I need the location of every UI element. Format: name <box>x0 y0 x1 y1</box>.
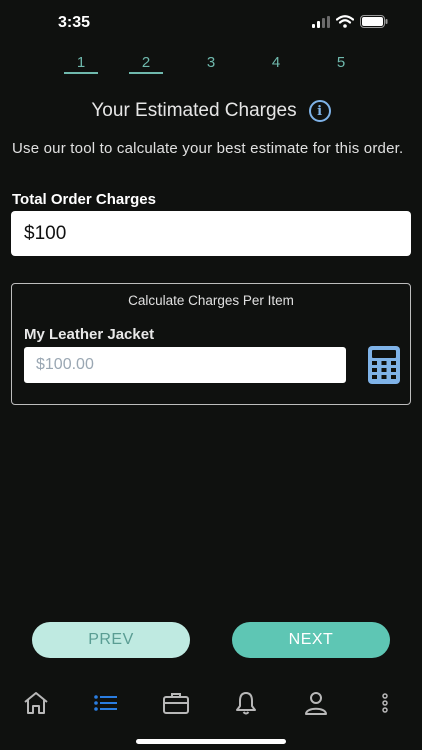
total-order-charges-label: Total Order Charges <box>12 191 156 208</box>
tab-profile[interactable] <box>299 686 333 720</box>
step-4-label: 4 <box>271 54 281 71</box>
wifi-icon <box>336 15 354 28</box>
step-5-label: 5 <box>336 54 346 71</box>
title-row: Your Estimated Charges i <box>0 98 422 124</box>
per-item-card-title: Calculate Charges Per Item <box>128 293 294 308</box>
user-icon <box>305 692 327 715</box>
step-1[interactable]: 1 <box>64 54 98 74</box>
tab-home[interactable] <box>19 686 53 720</box>
step-2-underline <box>129 72 163 74</box>
briefcase-icon <box>163 693 189 714</box>
page-title: Your Estimated Charges <box>91 100 297 121</box>
step-3-label: 3 <box>206 54 216 71</box>
more-vertical-icon <box>382 693 388 713</box>
home-icon <box>24 692 48 714</box>
cellular-signal-icon <box>312 15 330 28</box>
step-2[interactable]: 2 <box>129 54 163 74</box>
list-icon <box>94 695 117 711</box>
step-5[interactable]: 5 <box>324 54 358 71</box>
tab-notifications[interactable] <box>229 686 263 720</box>
step-3[interactable]: 3 <box>194 54 228 71</box>
tab-briefcase[interactable] <box>159 686 193 720</box>
status-time: 3:35 <box>58 14 91 31</box>
stepper: 1 2 3 4 5 <box>0 54 422 78</box>
tab-bar <box>0 686 422 720</box>
per-item-card: Calculate Charges Per Item My Leather Ja… <box>11 283 411 405</box>
total-order-charges-input[interactable] <box>11 211 411 256</box>
battery-icon <box>360 15 388 28</box>
step-4[interactable]: 4 <box>259 54 293 71</box>
item-label: My Leather Jacket <box>24 326 155 343</box>
calculator-icon[interactable] <box>368 346 400 384</box>
home-indicator[interactable] <box>136 739 286 744</box>
step-2-label: 2 <box>141 54 151 71</box>
item-charge-input[interactable] <box>24 347 346 383</box>
status-icons <box>312 15 388 28</box>
bell-icon <box>236 692 256 715</box>
step-1-label: 1 <box>76 54 86 71</box>
next-button[interactable]: NEXT <box>232 622 390 658</box>
tab-list[interactable] <box>89 686 123 720</box>
prev-button[interactable]: PREV <box>32 622 190 658</box>
info-icon[interactable]: i <box>308 100 331 122</box>
tab-more[interactable] <box>368 686 402 720</box>
description-text: Use our tool to calculate your best esti… <box>12 140 404 157</box>
step-1-underline <box>64 72 98 74</box>
status-bar: 3:35 <box>0 0 422 46</box>
